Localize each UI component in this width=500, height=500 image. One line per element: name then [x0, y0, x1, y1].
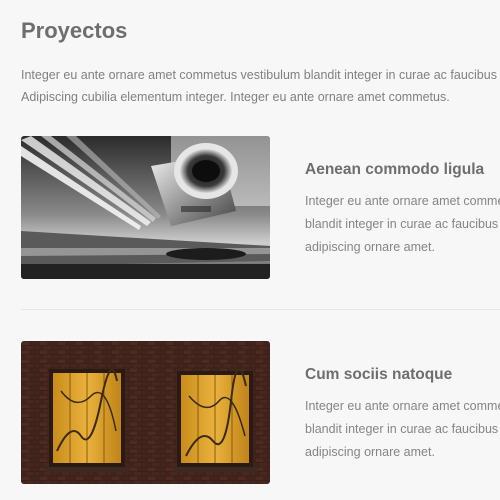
- project-thumbnail-jet-engine[interactable]: [21, 136, 270, 279]
- project-description-line: Integer eu ante ornare amet commetus ves…: [305, 194, 500, 208]
- intro-line: Integer eu ante ornare amet commetus ves…: [21, 68, 500, 82]
- project-thumbnail-brick-wall[interactable]: [21, 341, 270, 484]
- project-description: Integer eu ante ornare amet commetus ves…: [305, 395, 500, 464]
- project-description-line: Integer eu ante ornare amet commetus ves…: [305, 399, 500, 413]
- jet-engine-photo: [21, 136, 270, 279]
- project-description-line: blandit integer in curae ac faucibus int…: [305, 422, 500, 436]
- project-item: Aenean commodo ligula Integer eu ante or…: [0, 136, 500, 281]
- intro-paragraph: Integer eu ante ornare amet commetus ves…: [21, 64, 500, 108]
- brick-wall-windows-photo: [21, 341, 270, 484]
- page: Proyectos Integer eu ante ornare amet co…: [0, 0, 500, 500]
- project-description-line: adipiscing ornare amet.: [305, 445, 435, 459]
- page-title: Proyectos: [21, 18, 128, 43]
- project-title[interactable]: Cum sociis natoque: [305, 366, 452, 384]
- project-description-line: blandit integer in curae ac faucibus int…: [305, 217, 500, 231]
- project-title[interactable]: Aenean commodo ligula: [305, 161, 484, 179]
- divider: [21, 309, 500, 310]
- project-description: Integer eu ante ornare amet commetus ves…: [305, 190, 500, 259]
- project-description-line: adipiscing ornare amet.: [305, 240, 435, 254]
- project-item: Cum sociis natoque Integer eu ante ornar…: [0, 341, 500, 486]
- intro-line: Adipiscing cubilia elementum integer. In…: [21, 90, 450, 104]
